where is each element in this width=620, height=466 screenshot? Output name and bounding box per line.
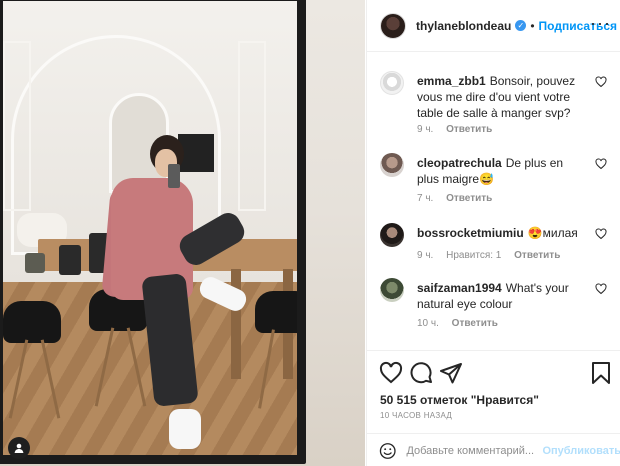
comment-icon[interactable] — [409, 361, 433, 385]
comment-meta: 9 ч. Ответить — [417, 124, 502, 135]
like-heart-icon[interactable] — [379, 361, 403, 385]
reply-button[interactable]: Ответить — [446, 124, 492, 135]
share-icon[interactable] — [439, 361, 463, 385]
comment-time[interactable]: 10 ч. — [417, 318, 439, 329]
avatar[interactable] — [380, 12, 406, 39]
comment-meta: 9 ч. Нравится: 1 Ответить — [417, 250, 570, 261]
add-comment-row: Опубликовать — [367, 433, 620, 466]
post-sidebar: thylaneblondeau ✓ • Подписаться ··· emma… — [366, 0, 620, 466]
likes-count[interactable]: 50 515 отметок "Нравится" — [380, 393, 539, 407]
post-actions: 50 515 отметок "Нравится" 10 ЧАСОВ НАЗАД… — [367, 350, 620, 466]
publish-button[interactable]: Опубликовать — [542, 445, 620, 457]
comment-username[interactable]: saifzaman1994 — [417, 281, 502, 295]
reply-button[interactable]: Ответить — [514, 250, 560, 261]
comment-text: 😍милая — [527, 226, 578, 240]
avatar[interactable] — [380, 278, 404, 302]
more-icon[interactable]: ··· — [590, 13, 611, 34]
comment-time[interactable]: 7 ч. — [417, 193, 433, 204]
post-username[interactable]: thylaneblondeau — [416, 19, 511, 33]
post-time[interactable]: 10 ЧАСОВ НАЗАД — [380, 411, 452, 420]
comment-list[interactable]: emma_zbb1 Bonsoir, pouvez vous me dire d'… — [367, 53, 620, 350]
heart-icon[interactable] — [595, 283, 607, 295]
mirror-frame — [0, 0, 306, 464]
avatar[interactable] — [380, 71, 404, 95]
user-tag-icon[interactable] — [8, 437, 30, 459]
post-photo[interactable] — [0, 0, 365, 466]
comment-meta: 7 ч. Ответить — [417, 193, 502, 204]
reply-button[interactable]: Ответить — [452, 318, 498, 329]
separator-dot: • — [530, 18, 535, 33]
comment-username[interactable]: emma_zbb1 — [417, 74, 486, 88]
bookmark-icon[interactable] — [589, 361, 613, 385]
comment-time[interactable]: 9 ч. — [417, 250, 433, 261]
verified-icon: ✓ — [515, 20, 527, 31]
phone — [168, 164, 180, 188]
comment-meta: 10 ч. Ответить — [417, 318, 508, 329]
heart-icon[interactable] — [595, 76, 607, 88]
avatar[interactable] — [380, 223, 404, 247]
heart-icon[interactable] — [595, 158, 607, 170]
comment-username[interactable]: cleopatrechula — [417, 156, 502, 170]
comment-username[interactable]: bossrocketmiumiu — [417, 226, 524, 240]
comment-input[interactable] — [406, 444, 537, 457]
avatar[interactable] — [380, 153, 404, 177]
comment-time[interactable]: 9 ч. — [417, 124, 433, 135]
post-header: thylaneblondeau ✓ • Подписаться ··· — [367, 0, 620, 52]
smiley-icon[interactable] — [379, 440, 396, 462]
comment-likes[interactable]: Нравится: 1 — [446, 250, 501, 261]
reply-button[interactable]: Ответить — [446, 193, 492, 204]
heart-icon[interactable] — [595, 228, 607, 240]
